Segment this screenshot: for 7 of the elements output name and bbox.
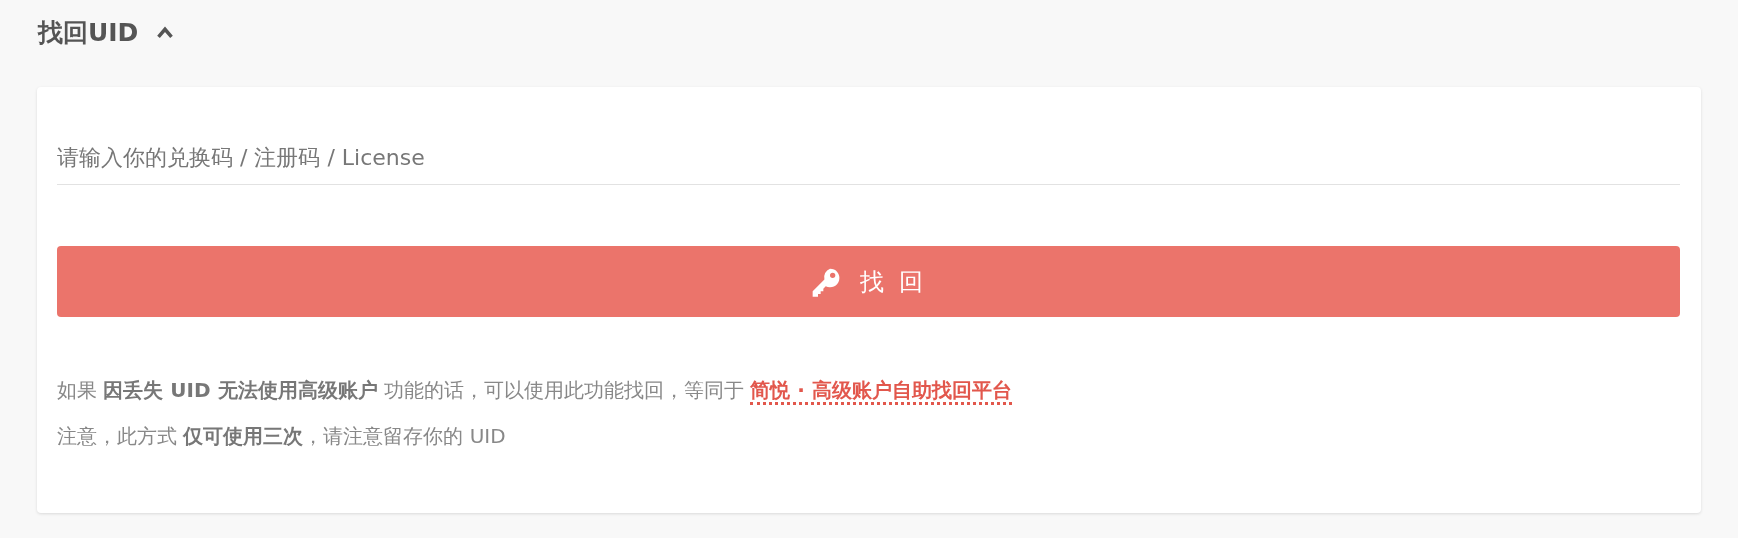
platform-link[interactable]: 简悦 · 高级账户自助找回平台 [750,378,1012,405]
recover-button[interactable]: 找 回 [57,246,1680,317]
note-text: 如果 因丢失 UID 无法使用高级账户 功能的话，可以使用此功能找回，等同于 简悦 · 高级账户自助找回平台 [57,367,1680,413]
license-input-field[interactable]: 请输入你的兑换码 / 注册码 / License [57,135,1680,185]
chevron-up-icon [156,25,175,39]
note-text: 注意，此方式 仅可使用三次，请注意留存你的 UID [57,423,507,450]
section-title: 找回UID [38,16,139,49]
